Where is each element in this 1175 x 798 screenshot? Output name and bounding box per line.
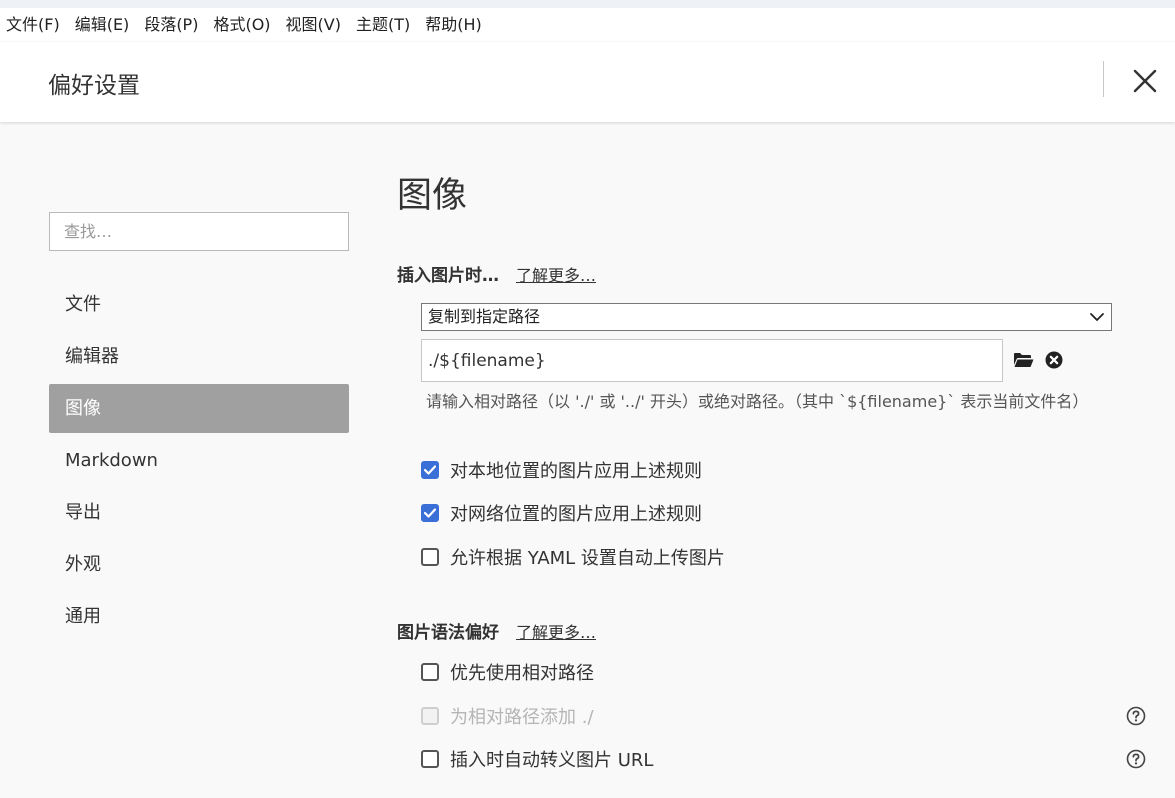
checkbox-apply-network[interactable] — [421, 504, 439, 522]
sidebar-item-image[interactable]: 图像 — [49, 384, 349, 433]
clear-path-button[interactable] — [1045, 351, 1063, 373]
menu-edit[interactable]: 编辑(E) — [69, 8, 139, 42]
check-icon — [424, 465, 436, 475]
option-label: 插入时自动转义图片 URL — [450, 750, 654, 771]
close-icon — [1133, 69, 1157, 93]
checkbox-add-dot-slash — [421, 707, 439, 725]
checkbox-escape-url[interactable] — [421, 750, 439, 768]
syntax-learn-more-link[interactable]: 了解更多… — [516, 619, 596, 643]
option-label: 允许根据 YAML 设置自动上传图片 — [450, 548, 725, 569]
clear-icon — [1045, 351, 1063, 369]
image-path-input[interactable] — [421, 339, 1003, 382]
option-add-dot-slash: 为相对路径添加 ./ — [421, 704, 594, 728]
preferences-header: 偏好设置 — [0, 42, 1175, 122]
search-input[interactable] — [49, 212, 349, 251]
sidebar-nav: 文件 编辑器 图像 Markdown 导出 外观 通用 — [49, 280, 349, 644]
insert-image-group-header: 插入图片时… 了解更多… — [397, 261, 596, 286]
menu-file[interactable]: 文件(F) — [0, 8, 69, 42]
insert-action-value: 复制到指定路径 — [428, 307, 541, 326]
option-label: 优先使用相对路径 — [450, 663, 594, 684]
window-top-strip — [0, 0, 1175, 8]
browse-folder-button[interactable] — [1013, 351, 1034, 373]
chevron-down-icon — [1090, 313, 1104, 321]
menu-theme[interactable]: 主题(T) — [350, 8, 419, 42]
help-icon — [1126, 749, 1146, 769]
help-button-escape-url[interactable] — [1126, 749, 1146, 773]
path-hint-text: 请输入相对路径（以 './' 或 '../' 开头）或绝对路径。（其中 `${f… — [426, 392, 1089, 411]
insert-learn-more-link[interactable]: 了解更多… — [516, 262, 596, 286]
option-apply-network[interactable]: 对网络位置的图片应用上述规则 — [421, 501, 702, 525]
section-title: 图像 — [397, 176, 468, 216]
help-icon — [1126, 706, 1146, 726]
syntax-pref-label: 图片语法偏好 — [397, 623, 499, 643]
menu-paragraph[interactable]: 段落(P) — [138, 8, 207, 42]
header-divider — [1103, 61, 1104, 97]
menu-help[interactable]: 帮助(H) — [419, 8, 491, 42]
close-button[interactable] — [1128, 64, 1162, 98]
menu-format[interactable]: 格式(O) — [207, 8, 279, 42]
insert-action-select[interactable]: 复制到指定路径 — [421, 303, 1112, 331]
sidebar-item-general[interactable]: 通用 — [49, 592, 349, 641]
option-label: 为相对路径添加 ./ — [450, 707, 594, 728]
folder-icon — [1014, 353, 1034, 367]
option-label: 对本地位置的图片应用上述规则 — [450, 461, 702, 482]
sidebar-item-export[interactable]: 导出 — [49, 488, 349, 537]
insert-image-label: 插入图片时… — [397, 266, 499, 286]
menu-view[interactable]: 视图(V) — [280, 8, 350, 42]
help-button-add-dot-slash[interactable] — [1126, 706, 1146, 730]
sidebar-item-appearance[interactable]: 外观 — [49, 540, 349, 589]
option-apply-local[interactable]: 对本地位置的图片应用上述规则 — [421, 458, 702, 482]
page-title: 偏好设置 — [48, 73, 140, 99]
checkbox-yaml-upload[interactable] — [421, 548, 439, 566]
option-yaml-upload[interactable]: 允许根据 YAML 设置自动上传图片 — [421, 545, 725, 569]
option-label: 对网络位置的图片应用上述规则 — [450, 504, 702, 525]
sidebar-item-markdown[interactable]: Markdown — [49, 436, 349, 485]
checkbox-apply-local[interactable] — [421, 461, 439, 479]
check-icon — [424, 508, 436, 518]
option-prefer-relative[interactable]: 优先使用相对路径 — [421, 660, 594, 684]
syntax-group-header: 图片语法偏好 了解更多… — [397, 618, 596, 643]
sidebar-item-editor[interactable]: 编辑器 — [49, 332, 349, 381]
sidebar-item-file[interactable]: 文件 — [49, 280, 349, 329]
menu-bar: 文件(F) 编辑(E) 段落(P) 格式(O) 视图(V) 主题(T) 帮助(H… — [0, 8, 1175, 42]
option-escape-url[interactable]: 插入时自动转义图片 URL — [421, 747, 653, 771]
checkbox-prefer-relative[interactable] — [421, 663, 439, 681]
